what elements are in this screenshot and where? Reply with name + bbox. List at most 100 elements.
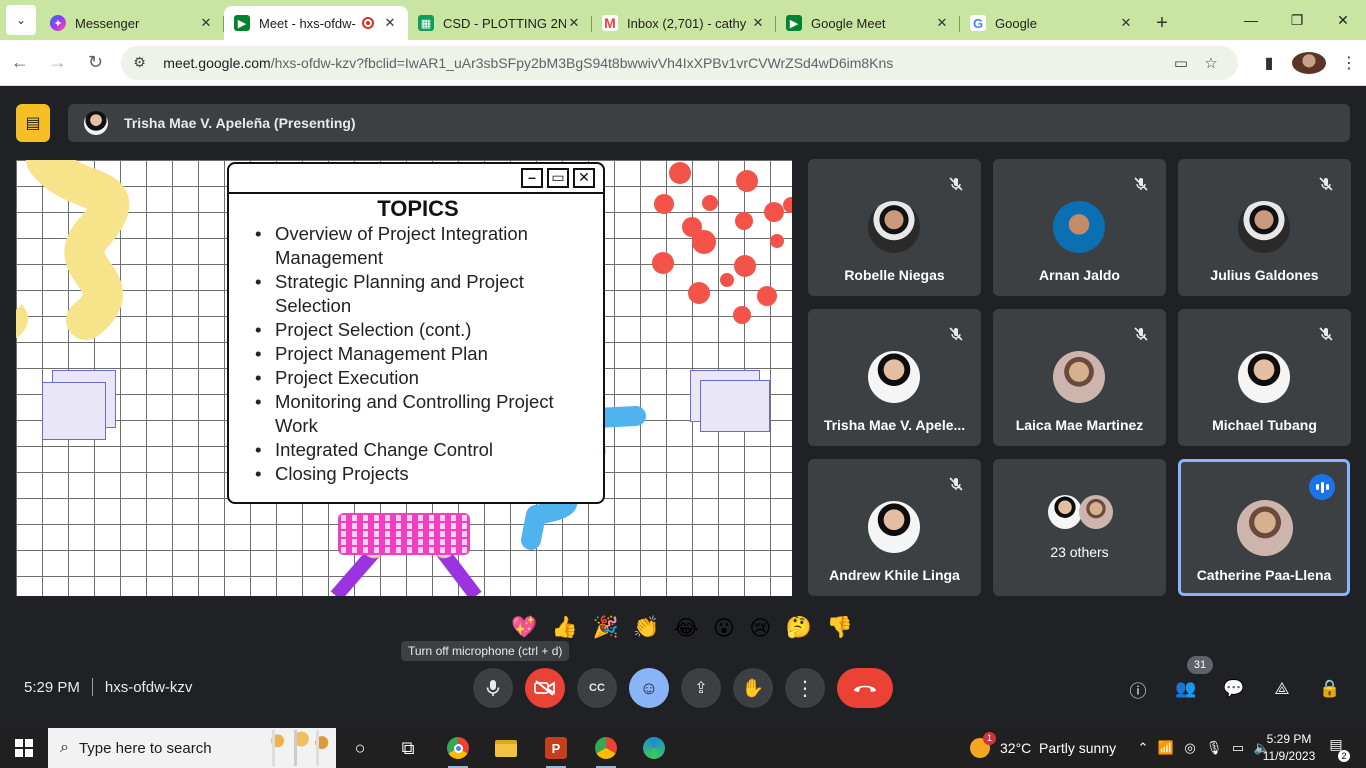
taskbar-clock[interactable]: 5:29 PM 11/9/2023 bbox=[1254, 731, 1324, 765]
gmail-icon: M bbox=[602, 15, 618, 31]
tab-google[interactable]: G Google ✕ bbox=[960, 6, 1144, 40]
list-item: Integrated Change Control bbox=[255, 438, 585, 462]
reaction-thumbs-up[interactable]: 👍 bbox=[552, 616, 578, 640]
camera-off-button[interactable] bbox=[525, 668, 565, 708]
captions-button[interactable]: CC bbox=[577, 668, 617, 708]
meeting-time: 5:29 PM bbox=[24, 678, 80, 696]
tab-google-meet[interactable]: ▶ Google Meet ✕ bbox=[776, 6, 960, 40]
forward-icon[interactable]: → bbox=[40, 45, 76, 81]
meet-indicator-icon[interactable]: ◎ bbox=[1178, 740, 1202, 756]
network-icon[interactable]: 📶 bbox=[1154, 740, 1178, 756]
chrome-taskbar-icon[interactable] bbox=[434, 728, 482, 768]
popup-windows-decoration-right-front bbox=[700, 380, 770, 432]
battery-icon[interactable]: ▭ bbox=[1226, 740, 1250, 756]
avatar bbox=[1237, 500, 1293, 556]
presentation-icon[interactable]: ▤ bbox=[16, 104, 50, 142]
profile-avatar[interactable] bbox=[1292, 51, 1327, 74]
popup-windows-decoration-left-back bbox=[42, 382, 106, 440]
mic-off-icon bbox=[1130, 173, 1152, 195]
search-highlight-art bbox=[264, 730, 332, 766]
topics-list: Overview of Project Integration Manageme… bbox=[255, 222, 585, 486]
reaction-heart[interactable]: 💖 bbox=[511, 616, 537, 640]
url-text[interactable]: meet.google.com/hxs-ofdw-kzv?fbclid=IwAR… bbox=[163, 55, 1166, 71]
participant-tile-speaking[interactable]: Catherine Paa-Llena bbox=[1178, 459, 1350, 596]
close-icon[interactable]: ✕ bbox=[1118, 15, 1134, 31]
reaction-thumbs-down[interactable]: 👎 bbox=[827, 616, 853, 640]
chevron-up-icon[interactable]: ⌃ bbox=[1132, 740, 1154, 756]
participant-tile[interactable]: Trisha Mae V. Apele... bbox=[808, 309, 981, 446]
tab-messenger[interactable]: ✦ Messenger ✕ bbox=[40, 6, 224, 40]
close-icon[interactable]: ✕ bbox=[382, 15, 398, 31]
minimize-icon[interactable]: — bbox=[1228, 0, 1274, 40]
close-window-icon[interactable]: ✕ bbox=[1320, 0, 1366, 40]
reaction-surprised[interactable]: 😮 bbox=[713, 616, 735, 641]
google-icon: G bbox=[970, 15, 986, 31]
notifications-icon[interactable]: ▤ 2 bbox=[1324, 736, 1350, 762]
close-icon[interactable]: ✕ bbox=[750, 15, 766, 31]
new-tab-button[interactable]: + bbox=[1144, 6, 1180, 40]
chat-icon[interactable]: 💬 bbox=[1221, 676, 1247, 702]
close-icon[interactable]: ✕ bbox=[934, 15, 950, 31]
edge-icon[interactable] bbox=[630, 728, 678, 768]
tab-gmail[interactable]: M Inbox (2,701) - cathy ✕ bbox=[592, 6, 776, 40]
weather-widget[interactable]: 1 32°C Partly sunny bbox=[970, 728, 1116, 768]
side-panel-icon[interactable]: ▮ bbox=[1252, 53, 1286, 73]
cortana-icon[interactable]: ○ bbox=[336, 728, 384, 768]
close-icon[interactable]: ✕ bbox=[198, 15, 214, 31]
more-options-button[interactable]: ⋮ bbox=[785, 668, 825, 708]
microphone-button[interactable] bbox=[473, 668, 513, 708]
participant-tile[interactable]: Arnan Jaldo bbox=[993, 159, 1166, 296]
others-count: 23 others bbox=[1050, 544, 1109, 560]
list-item: Closing Projects bbox=[255, 462, 585, 486]
present-now-button[interactable]: ⇪ bbox=[681, 668, 721, 708]
host-controls-icon[interactable]: 🔒 bbox=[1317, 676, 1343, 702]
list-item: Overview of Project Integration Manageme… bbox=[255, 222, 585, 270]
reaction-sad[interactable]: 😢 bbox=[749, 616, 771, 641]
site-info-icon[interactable]: ⚙ bbox=[133, 54, 153, 71]
others-tile[interactable]: 23 others bbox=[993, 459, 1166, 596]
reaction-laugh[interactable]: 😂 bbox=[674, 616, 699, 641]
tab-sheets[interactable]: ▦ CSD - PLOTTING 2ND ✕ bbox=[408, 6, 592, 40]
meeting-info: 5:29 PM hxs-ofdw-kzv bbox=[24, 678, 192, 696]
chrome-profile-taskbar-icon[interactable] bbox=[582, 728, 630, 768]
tab-title: Messenger bbox=[75, 15, 140, 31]
microphone-tray-icon[interactable]: 🎙 bbox=[1202, 740, 1226, 756]
reaction-party[interactable]: 🎉 bbox=[593, 616, 619, 640]
avatar bbox=[1238, 201, 1290, 253]
window-controls: — ❐ ✕ bbox=[1228, 0, 1366, 40]
close-icon[interactable]: ✕ bbox=[566, 15, 582, 31]
reload-icon[interactable]: ↻ bbox=[78, 45, 114, 81]
reaction-clap[interactable]: 👏 bbox=[633, 616, 659, 640]
tab-meet-active[interactable]: ▶ Meet - hxs-ofdw- ✕ bbox=[224, 6, 408, 40]
people-icon[interactable]: 👥 bbox=[1173, 676, 1199, 702]
restore-icon[interactable]: ❐ bbox=[1274, 0, 1320, 40]
raise-hand-button[interactable]: ✋ bbox=[733, 668, 773, 708]
back-icon[interactable]: ← bbox=[2, 45, 38, 81]
meeting-details-icon[interactable]: ⓘ bbox=[1125, 676, 1151, 702]
camera-in-use-icon[interactable]: ▭ bbox=[1166, 54, 1196, 72]
reaction-thinking[interactable]: 🤔 bbox=[786, 616, 812, 640]
menu-kebab-icon[interactable]: ⋮ bbox=[1332, 53, 1366, 73]
browser-toolbar: ← → ↻ ⚙ meet.google.com/hxs-ofdw-kzv?fbc… bbox=[0, 40, 1366, 86]
windows-start-icon[interactable] bbox=[0, 728, 48, 768]
file-explorer-icon[interactable] bbox=[482, 728, 530, 768]
task-view-icon[interactable]: ⧉ bbox=[384, 728, 432, 768]
leave-call-button[interactable] bbox=[837, 668, 893, 708]
taskbar-search[interactable]: ⌕ Type here to search bbox=[48, 728, 336, 768]
participant-tile[interactable]: Michael Tubang bbox=[1178, 309, 1351, 446]
participant-tile[interactable]: Julius Galdones bbox=[1178, 159, 1351, 296]
participant-tile[interactable]: Laica Mae Martinez bbox=[993, 309, 1166, 446]
participant-name: Arnan Jaldo bbox=[1039, 267, 1120, 283]
meeting-code[interactable]: hxs-ofdw-kzv bbox=[105, 679, 193, 696]
bookmark-star-icon[interactable]: ☆ bbox=[1196, 54, 1226, 72]
tab-search-button[interactable]: ⌄ bbox=[6, 5, 36, 35]
list-item: Project Execution bbox=[255, 366, 585, 390]
participant-tile[interactable]: Robelle Niegas bbox=[808, 159, 981, 296]
address-bar[interactable]: ⚙ meet.google.com/hxs-ofdw-kzv?fbclid=Iw… bbox=[121, 45, 1239, 80]
activities-icon[interactable]: ⟁ bbox=[1269, 676, 1295, 702]
powerpoint-icon[interactable]: P bbox=[532, 728, 580, 768]
microphone-tooltip: Turn off microphone (ctrl + d) bbox=[401, 641, 570, 661]
emoji-reactions-button[interactable]: ☺ bbox=[629, 668, 669, 708]
close-icon: ✕ bbox=[573, 168, 595, 188]
participant-tile[interactable]: Andrew Khile Linga bbox=[808, 459, 981, 596]
